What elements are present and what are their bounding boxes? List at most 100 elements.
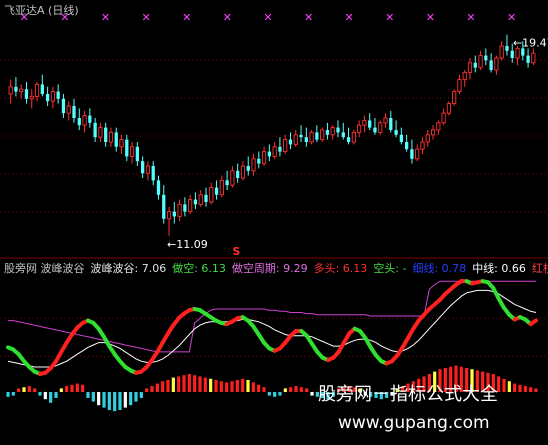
candle-body	[309, 131, 314, 143]
candle-body	[415, 148, 420, 160]
histogram-bar	[27, 386, 31, 392]
indicator-title: 股旁网 波峰波谷	[4, 261, 85, 275]
histogram-bar	[70, 384, 74, 392]
candle-body	[108, 131, 114, 143]
bear-cycle-line	[8, 280, 536, 353]
candle-body	[299, 134, 303, 138]
histogram-bar	[123, 392, 127, 408]
top-marker: ✕	[101, 11, 110, 24]
candle-body	[346, 137, 351, 142]
histogram-bar	[161, 381, 165, 392]
candle-body	[484, 55, 488, 61]
candle-body	[462, 71, 467, 81]
candle-body	[436, 122, 441, 131]
stock-chart-window: ✕✕✕✕✕✕✕✕✕✕✕✕✕ ←19.47 ←11.09 S 飞亚达A (日线) …	[0, 0, 548, 445]
top-marker: ✕	[426, 11, 435, 24]
indicator-legend: 股旁网 波峰波谷 波峰波谷: 7.06 做空: 6.13 做空周期: 9.29 多头:…	[4, 261, 548, 275]
candle-body	[93, 122, 97, 138]
low-price-label: ←11.09	[167, 238, 208, 251]
candle-body	[162, 194, 166, 219]
candle-body	[304, 137, 308, 142]
candle-body	[88, 115, 92, 123]
candle-body	[219, 179, 224, 196]
candle-body	[473, 62, 477, 68]
histogram-bar	[107, 392, 111, 410]
histogram-bar	[214, 380, 218, 392]
sell-signal-label: S	[232, 245, 240, 258]
candle-body	[77, 118, 81, 126]
candle-body	[24, 89, 29, 99]
candle-body	[141, 161, 145, 174]
histogram-bar	[203, 377, 207, 392]
candle-body	[394, 130, 398, 135]
histogram-bar	[187, 374, 191, 392]
candle-body	[452, 91, 457, 105]
legend-item: 红柱: 0.2	[532, 261, 548, 275]
candle-body	[325, 130, 330, 135]
histogram-bar	[33, 388, 37, 392]
candle-body	[405, 142, 409, 150]
candle-body	[104, 127, 108, 142]
candle-body	[14, 86, 18, 92]
candle-body	[188, 199, 193, 213]
histogram-bar	[166, 380, 170, 392]
histogram-bar	[507, 381, 511, 392]
histogram-bar	[49, 392, 53, 403]
histogram-bar	[171, 377, 175, 392]
candle-body	[45, 94, 50, 102]
histogram-bar	[299, 387, 303, 392]
candle-body	[457, 79, 462, 93]
histogram-bar	[193, 375, 197, 392]
histogram-bar	[97, 392, 101, 406]
top-marker: ✕	[507, 11, 516, 24]
candle-body	[177, 203, 182, 217]
candle-body	[320, 129, 325, 141]
candle-body	[510, 50, 514, 58]
histogram-bar	[513, 383, 517, 392]
candle-body	[8, 86, 13, 95]
histogram-bar	[22, 387, 26, 392]
candle-body	[166, 211, 172, 220]
candle-body	[261, 151, 267, 165]
histogram-bar	[518, 384, 522, 392]
candle-body	[98, 127, 103, 138]
high-price-label: ←19.47	[513, 37, 548, 50]
histogram-bar	[65, 386, 69, 392]
candle-body	[288, 139, 293, 145]
candle-body	[315, 132, 319, 140]
histogram-bar	[11, 392, 15, 396]
candle-body	[373, 127, 377, 133]
histogram-bar	[150, 386, 154, 392]
candle-body	[145, 165, 151, 174]
candle-body	[230, 170, 235, 186]
candle-body	[505, 46, 509, 51]
histogram-bar	[246, 380, 250, 392]
candle-body	[515, 47, 520, 59]
histogram-bar	[529, 387, 533, 392]
histogram-bar	[6, 392, 10, 397]
candle-body	[257, 158, 261, 164]
candle-body	[267, 151, 271, 157]
candle-body	[246, 166, 250, 171]
histogram-bar	[219, 381, 223, 392]
candle-body	[272, 146, 277, 157]
legend-item: 做空: 6.13	[172, 261, 226, 275]
candle-body	[399, 134, 403, 142]
candle-body	[425, 134, 430, 143]
histogram-bar	[278, 392, 282, 396]
candle-body	[129, 146, 135, 157]
candle-body	[251, 158, 256, 172]
legend-item: 做空周期: 9.29	[232, 261, 308, 275]
candle-body	[283, 139, 288, 153]
candle-body	[531, 52, 536, 64]
histogram-bar	[139, 392, 143, 398]
candle-body	[357, 124, 362, 133]
candle-body	[209, 187, 214, 203]
histogram-bar	[267, 392, 271, 396]
histogram-bar	[54, 392, 58, 398]
candle-body	[193, 199, 198, 205]
legend-item: 细线: 0.78	[412, 261, 466, 275]
legend-item: 波峰波谷: 7.06	[91, 262, 167, 275]
candle-body	[214, 187, 219, 195]
histogram-bar	[59, 388, 63, 392]
